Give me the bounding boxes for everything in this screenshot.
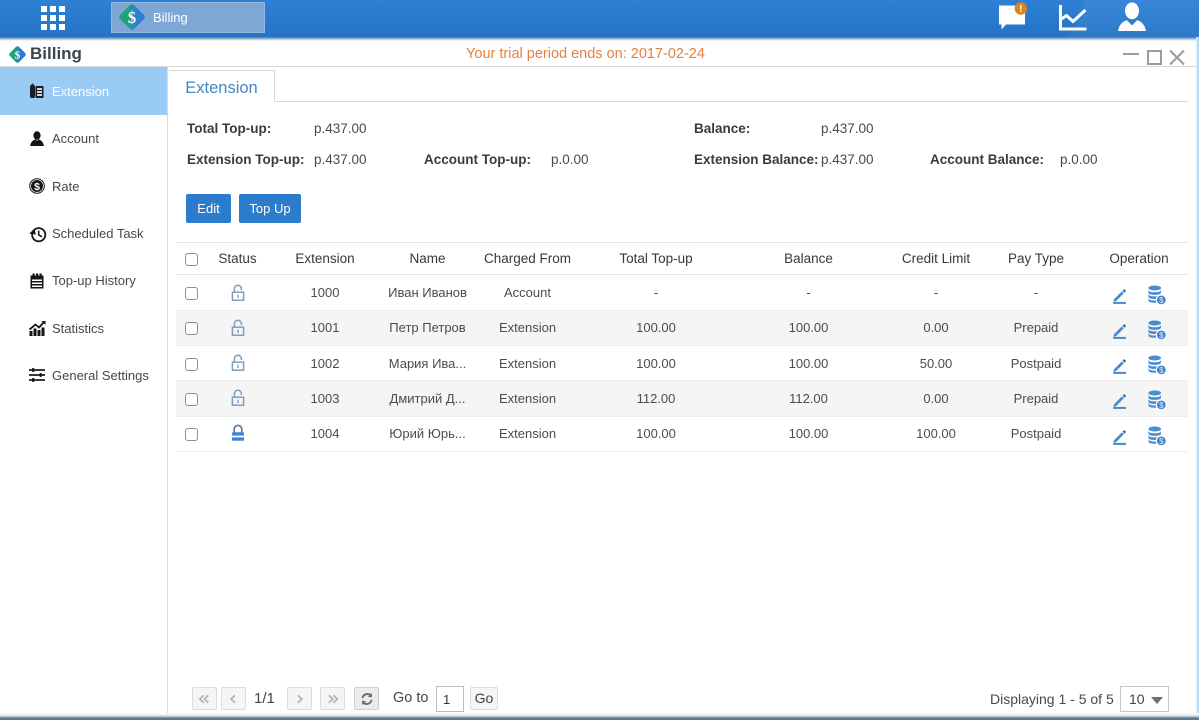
- svg-text:!: !: [1019, 4, 1022, 15]
- svg-text:$: $: [1159, 296, 1164, 305]
- svg-text:$: $: [1159, 331, 1164, 340]
- svg-text:$: $: [1159, 366, 1164, 375]
- svg-text:$: $: [128, 8, 136, 27]
- svg-text:$: $: [1159, 437, 1164, 446]
- svg-text:$: $: [34, 181, 40, 193]
- svg-text:$: $: [1159, 401, 1164, 410]
